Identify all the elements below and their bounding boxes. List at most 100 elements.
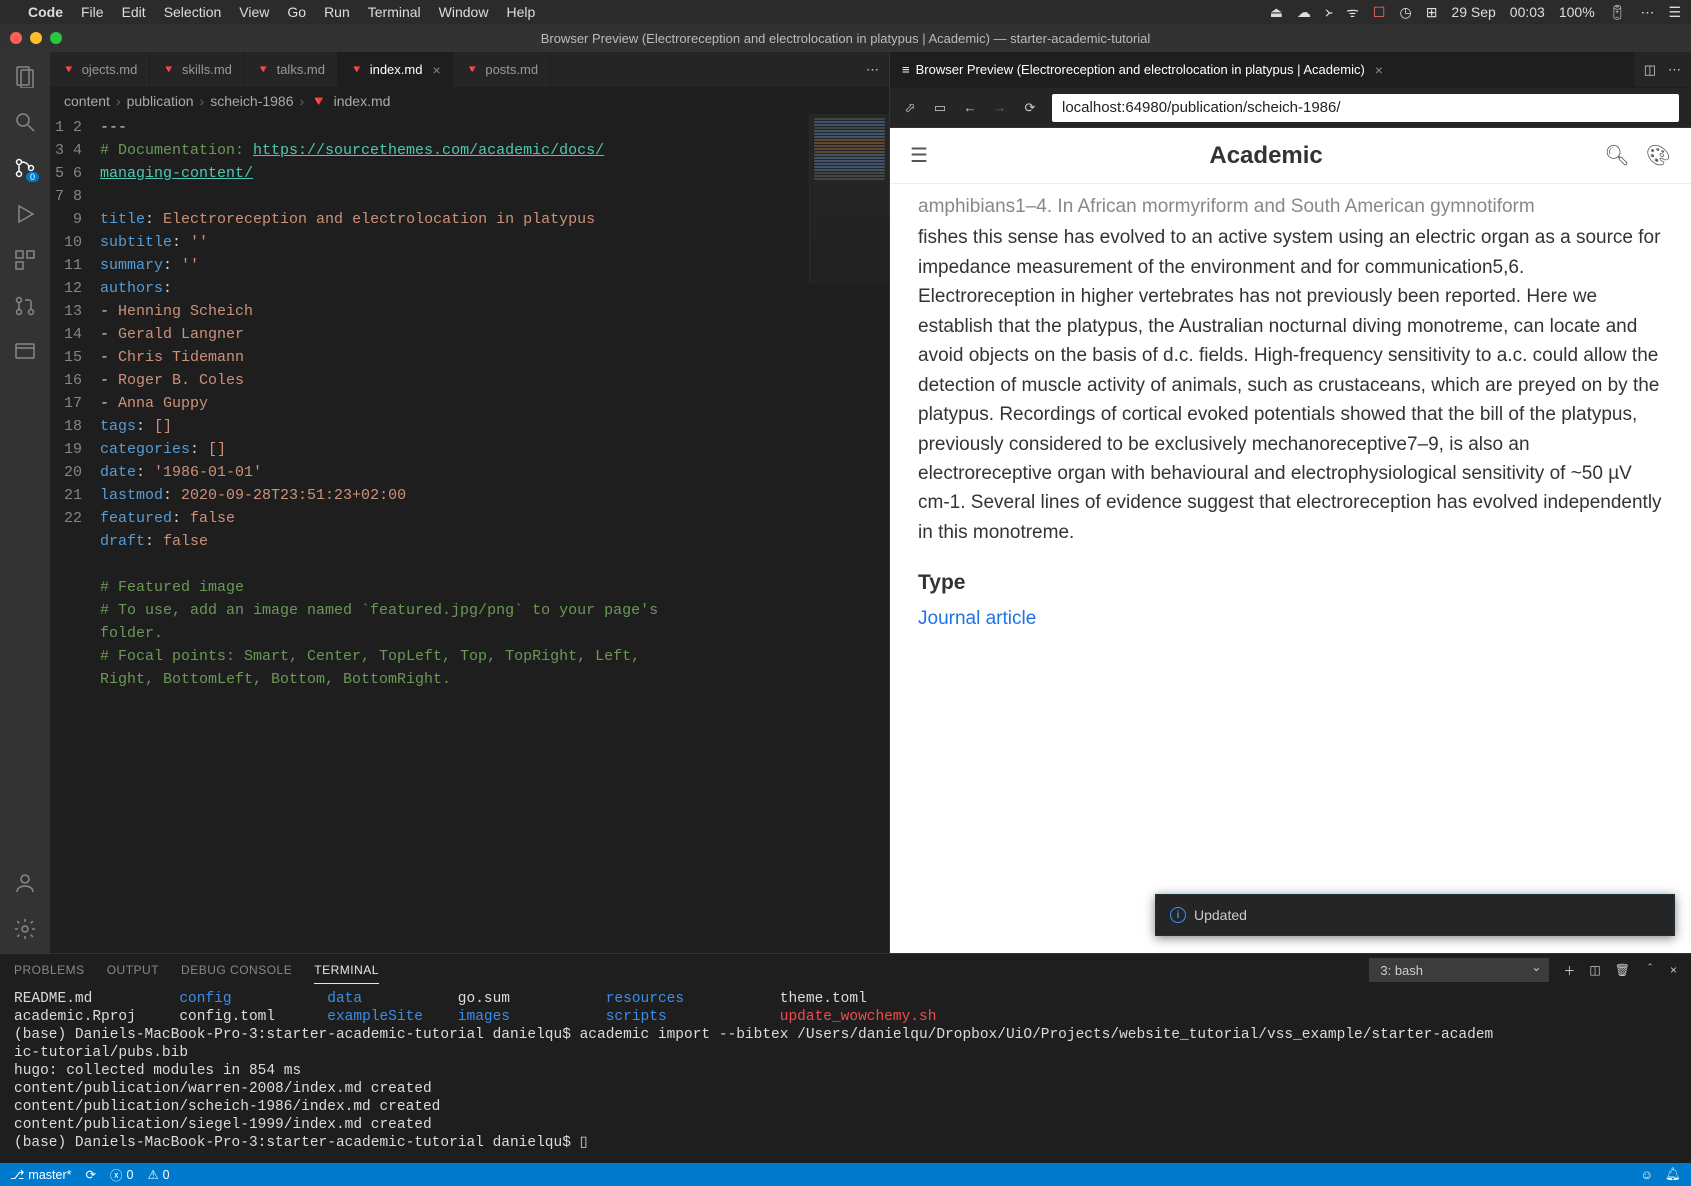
info-icon: i bbox=[1170, 907, 1186, 923]
notification-toast[interactable]: i Updated bbox=[1155, 894, 1675, 936]
editor-tabs-right: ≡ Browser Preview (Electroreception and … bbox=[890, 52, 1691, 88]
tabs-overflow-button[interactable]: ⋯ bbox=[856, 52, 889, 87]
minimap[interactable] bbox=[809, 114, 889, 284]
source-control-icon[interactable]: 0 bbox=[11, 154, 39, 182]
split-terminal-icon[interactable]: ◫ bbox=[1589, 963, 1600, 977]
extensions-icon[interactable] bbox=[11, 246, 39, 274]
tab-talks[interactable]: 🔻talks.md bbox=[245, 52, 338, 87]
publication-type-link[interactable]: Journal article bbox=[918, 604, 1663, 633]
feedback-icon[interactable]: ☺ bbox=[1640, 1168, 1653, 1182]
close-tab-icon[interactable]: × bbox=[432, 62, 440, 78]
warnings-indicator[interactable]: ⚠ 0 bbox=[147, 1167, 169, 1182]
panel-tab-output[interactable]: OUTPUT bbox=[107, 957, 159, 983]
menu-window[interactable]: Window bbox=[439, 4, 489, 20]
battery-icon[interactable]: 🔋︎ bbox=[1609, 4, 1627, 21]
menu-selection[interactable]: Selection bbox=[164, 4, 222, 20]
wifi-icon[interactable]: ᯤ bbox=[1346, 3, 1359, 22]
crumb[interactable]: index.md bbox=[334, 93, 391, 109]
clock-icon[interactable]: ◷ bbox=[1399, 4, 1411, 21]
site-brand[interactable]: Academic bbox=[928, 142, 1604, 170]
line-gutter: 1 2 3 4 5 6 7 8 9 10 11 12 13 14 15 16 1… bbox=[50, 114, 100, 953]
search-icon[interactable] bbox=[11, 108, 39, 136]
markdown-icon: 🔻 bbox=[62, 63, 76, 76]
crumb[interactable]: content bbox=[64, 93, 110, 109]
settings-gear-icon[interactable] bbox=[11, 915, 39, 943]
crumb[interactable]: scheich-1986 bbox=[210, 93, 293, 109]
web-search-icon[interactable]: 🔍︎ bbox=[1604, 143, 1629, 168]
window-titlebar: Browser Preview (Electroreception and el… bbox=[0, 24, 1691, 52]
minimize-window-button[interactable] bbox=[30, 32, 42, 44]
spotlight-icon[interactable]: ⋯ bbox=[1640, 4, 1654, 21]
menu-terminal[interactable]: Terminal bbox=[368, 4, 421, 20]
tab-browser-preview[interactable]: ≡ Browser Preview (Electroreception and … bbox=[890, 52, 1634, 87]
more-actions-icon[interactable]: ⋯ bbox=[1668, 62, 1681, 78]
menu-run[interactable]: Run bbox=[324, 4, 350, 20]
tab-projects[interactable]: 🔻 ojects.md bbox=[50, 52, 150, 87]
menu-edit[interactable]: Edit bbox=[122, 4, 146, 20]
menu-time: 00:03 bbox=[1510, 4, 1545, 20]
abstract-text: fishes this sense has evolved to an acti… bbox=[918, 223, 1663, 547]
close-panel-icon[interactable]: × bbox=[1670, 963, 1677, 977]
close-tab-icon[interactable]: × bbox=[1375, 62, 1383, 78]
menu-go[interactable]: Go bbox=[287, 4, 306, 20]
terminal-body[interactable]: README.md config data go.sum resources t… bbox=[0, 986, 1691, 1163]
web-content[interactable]: ☰ Academic 🔍︎ 🎨︎ amphibians1–4. In Afric… bbox=[890, 128, 1691, 953]
app-name[interactable]: Code bbox=[28, 4, 63, 20]
back-icon[interactable]: ← bbox=[962, 100, 978, 115]
code-editor[interactable]: 1 2 3 4 5 6 7 8 9 10 11 12 13 14 15 16 1… bbox=[50, 114, 889, 953]
branch-indicator[interactable]: ⎇ master* bbox=[10, 1167, 71, 1182]
inspect-icon[interactable]: ⬀ bbox=[902, 100, 918, 116]
explorer-icon[interactable] bbox=[11, 62, 39, 90]
tab-label: posts.md bbox=[485, 62, 538, 77]
tab-index[interactable]: 🔻index.md× bbox=[338, 52, 454, 87]
url-input[interactable] bbox=[1052, 94, 1679, 122]
sync-icon[interactable]: ⟳ bbox=[85, 1167, 95, 1182]
web-body: amphibians1–4. In African mormyriform an… bbox=[890, 184, 1691, 653]
scm-badge: 0 bbox=[26, 172, 39, 182]
tab-posts[interactable]: 🔻posts.md bbox=[454, 52, 551, 87]
theme-icon[interactable]: 🎨︎ bbox=[1646, 143, 1671, 168]
split-editor-icon[interactable]: ◫ bbox=[1644, 62, 1656, 78]
type-heading: Type bbox=[918, 567, 1663, 600]
github-pr-icon[interactable] bbox=[11, 292, 39, 320]
panel-tab-terminal[interactable]: TERMINAL bbox=[314, 957, 379, 984]
menu-help[interactable]: Help bbox=[506, 4, 535, 20]
hamburger-icon[interactable]: ☰ bbox=[910, 143, 928, 168]
crumb[interactable]: publication bbox=[127, 93, 194, 109]
markdown-icon: 🔻 bbox=[257, 63, 271, 76]
kill-terminal-icon[interactable]: 🗑 bbox=[1615, 963, 1630, 977]
editor-group-left: 🔻 ojects.md 🔻skills.md 🔻talks.md 🔻 index.m… bbox=[50, 52, 890, 953]
status-bar: ⎇ master* ⟳ ⓧ 0 ⚠ 0 ☺ 🔔︎ bbox=[0, 1163, 1691, 1186]
panel-tab-problems[interactable]: PROBLEMS bbox=[14, 957, 85, 983]
control-center-icon[interactable]: ☰ bbox=[1668, 4, 1681, 21]
maximize-window-button[interactable] bbox=[50, 32, 62, 44]
terminal-select[interactable]: 3: bash bbox=[1369, 958, 1549, 982]
menu-view[interactable]: View bbox=[239, 4, 269, 20]
menu-file[interactable]: File bbox=[81, 4, 104, 20]
editor-group-right: ≡ Browser Preview (Electroreception and … bbox=[890, 52, 1691, 953]
code-content[interactable]: --- # Documentation: https://sourcetheme… bbox=[100, 114, 889, 953]
breadcrumb[interactable]: content› publication› scheich-1986› 🔻 in… bbox=[50, 88, 889, 114]
reload-icon[interactable]: ⟳ bbox=[1022, 100, 1038, 116]
window-title: Browser Preview (Electroreception and el… bbox=[541, 31, 1151, 46]
tab-label: index.md bbox=[370, 62, 423, 77]
tab-label: ojects.md bbox=[82, 62, 138, 77]
panel-tab-debug[interactable]: DEBUG CONSOLE bbox=[181, 957, 292, 983]
forward-icon[interactable]: → bbox=[992, 100, 1008, 115]
airplay-icon[interactable]: ⏏ bbox=[1270, 4, 1283, 21]
markdown-icon: 🔻 bbox=[162, 63, 176, 76]
errors-indicator[interactable]: ⓧ 0 bbox=[110, 1165, 133, 1184]
bell-icon[interactable]: 🔔︎ bbox=[1665, 1167, 1681, 1182]
run-debug-icon[interactable] bbox=[11, 200, 39, 228]
cloud-icon[interactable]: ☁ bbox=[1297, 4, 1311, 21]
close-window-button[interactable] bbox=[10, 32, 22, 44]
battery-pct: 100% bbox=[1559, 4, 1595, 20]
input-icon[interactable]: ⊞ bbox=[1426, 4, 1438, 21]
accounts-icon[interactable] bbox=[11, 869, 39, 897]
tab-skills[interactable]: 🔻skills.md bbox=[150, 52, 245, 87]
calendar-icon[interactable]: ☐ bbox=[1373, 4, 1386, 21]
activity-bar: 0 bbox=[0, 52, 50, 953]
bluetooth-icon[interactable]: ᚛ bbox=[1325, 4, 1332, 21]
device-icon[interactable]: ▭ bbox=[932, 100, 948, 116]
browser-preview-icon[interactable] bbox=[11, 338, 39, 366]
